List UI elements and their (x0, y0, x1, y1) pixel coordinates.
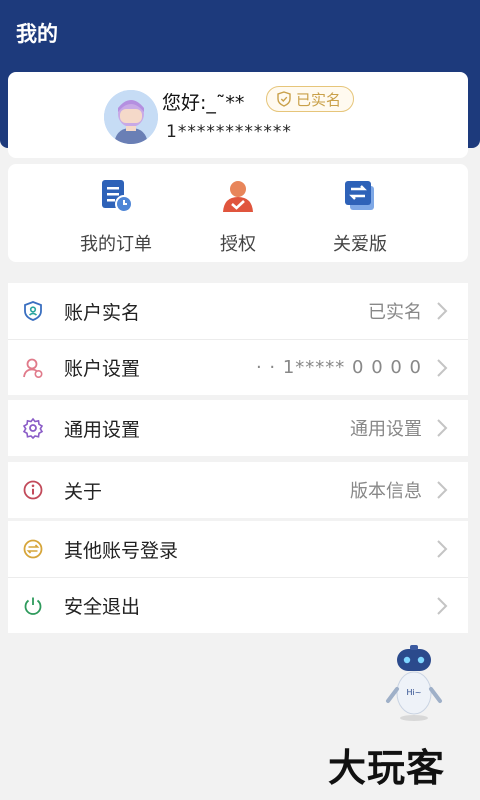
menu-label-about: 关于 (64, 480, 103, 503)
care-mode-button[interactable]: 关爱版 (300, 178, 420, 256)
watermark-logo: 大玩客 (328, 746, 446, 790)
shield-id-icon (24, 301, 42, 321)
general-menu-group: 通用设置 通用设置 (8, 400, 468, 456)
order-list-icon (102, 180, 133, 213)
menu-item-logout[interactable]: 安全退出 (8, 577, 468, 633)
phone-number: 1************ (166, 122, 292, 142)
verified-badge: 已实名 (266, 86, 355, 112)
menu-label-general-settings: 通用设置 (64, 418, 141, 441)
page-title: 我的 (16, 22, 58, 46)
menu-item-other-login[interactable]: 其他账号登录 (8, 521, 468, 577)
session-menu-group: 其他账号登录 安全退出 (8, 521, 468, 633)
menu-value-general-settings: 通用设置 (350, 419, 422, 440)
menu-value-account-settings: · · 1***** 0 0 0 0 (255, 357, 422, 378)
menu-item-general-settings[interactable]: 通用设置 通用设置 (8, 400, 468, 456)
robot-badge-text: Hi~ (407, 688, 422, 697)
account-menu-group: 账户实名 已实名 账户设置 · · 1***** 0 0 0 0 (8, 283, 468, 395)
authorize-button[interactable]: 授权 (178, 178, 298, 256)
info-icon (23, 480, 43, 500)
menu-item-real-name[interactable]: 账户实名 已实名 (8, 283, 468, 339)
gear-icon (22, 417, 44, 439)
avatar[interactable] (104, 90, 158, 144)
menu-label-logout: 安全退出 (64, 596, 141, 618)
greeting-text: 您好:_˜** (162, 92, 245, 114)
about-menu-group: 关于 版本信息 (8, 462, 468, 518)
chevron-right-icon (437, 302, 448, 320)
my-orders-button[interactable]: 我的订单 (56, 178, 176, 256)
menu-label-real-name: 账户实名 (64, 301, 141, 324)
menu-label-account-settings: 账户设置 (64, 358, 141, 380)
shield-check-icon (277, 91, 291, 107)
verified-badge-label: 已实名 (296, 90, 342, 109)
chevron-right-icon (437, 358, 448, 377)
authorize-label: 授权 (220, 234, 256, 255)
authorize-person-icon (223, 181, 253, 212)
menu-value-real-name: 已实名 (368, 302, 422, 323)
my-orders-label: 我的订单 (80, 234, 152, 255)
robot-icon: Hi~ (386, 645, 442, 721)
profile-card[interactable]: 您好:_˜** 已实名 1************ (8, 72, 468, 158)
menu-item-about[interactable]: 关于 版本信息 (8, 462, 468, 518)
chevron-right-icon (437, 481, 448, 499)
user-settings-icon (23, 358, 43, 378)
power-icon (24, 597, 42, 615)
menu-label-other-login: 其他账号登录 (64, 539, 179, 562)
switch-account-icon (23, 539, 43, 559)
menu-item-account-settings[interactable]: 账户设置 · · 1***** 0 0 0 0 (8, 339, 468, 395)
assistant-robot-button[interactable]: Hi~ (384, 645, 444, 721)
chevron-right-icon (437, 596, 448, 615)
quick-actions-card: 我的订单 授权 关爱版 (8, 164, 468, 262)
chevron-right-icon (437, 419, 448, 437)
care-mode-label: 关爱版 (333, 234, 387, 255)
chevron-right-icon (437, 540, 448, 558)
menu-value-about: 版本信息 (350, 481, 422, 502)
care-mode-switch-icon (345, 181, 374, 210)
